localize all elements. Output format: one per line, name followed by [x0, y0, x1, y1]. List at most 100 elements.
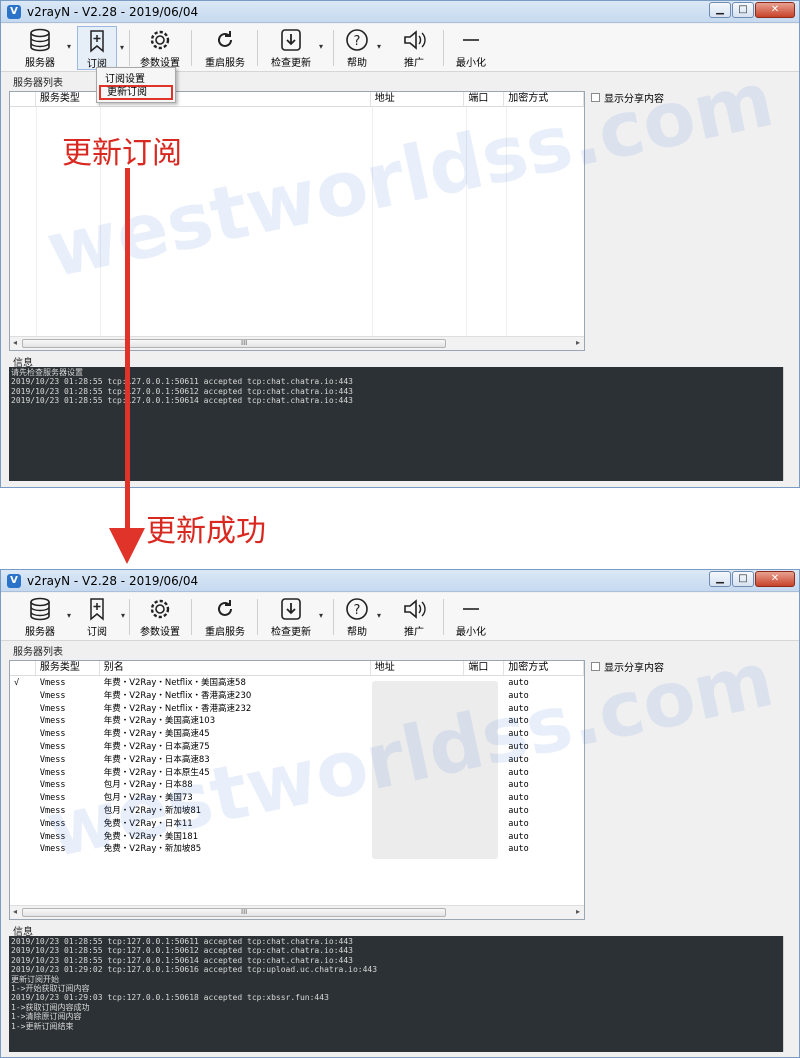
chevron-down-icon[interactable]: ▾ — [377, 42, 381, 51]
horizontal-scrollbar[interactable]: ◂ III ▸ — [10, 336, 584, 350]
table-row[interactable]: Vmess 年费・V2Ray・Netflix・香港高速232 auto — [10, 703, 584, 716]
help-icon: ? — [346, 598, 368, 620]
toolbar-settings-button[interactable]: 参数设置 — [137, 26, 183, 70]
toolbar-minimize-button[interactable]: 最小化 — [453, 26, 489, 70]
toolbar-check-update-button[interactable]: 检查更新 ▾ — [267, 26, 323, 70]
minimize-window-button[interactable]: ▁ — [709, 2, 731, 18]
checkbox-box[interactable] — [591, 662, 600, 671]
speaker-icon — [404, 30, 426, 50]
column-header[interactable]: 加密方式 — [504, 92, 584, 106]
toolbar-promote-button[interactable]: 推广 — [397, 595, 431, 639]
vertical-scrollbar[interactable] — [783, 367, 793, 481]
toolbar-subscription-button[interactable]: 订阅 ▾ — [77, 26, 124, 70]
scroll-left-icon[interactable]: ◂ — [13, 338, 17, 347]
toolbar-restart-button[interactable]: 重启服务 — [201, 26, 249, 70]
cell-type: Vmess — [39, 793, 66, 804]
toolbar-label: 帮助 — [347, 58, 367, 69]
column-header[interactable]: 端口 — [464, 92, 505, 106]
show-share-checkbox[interactable]: 显示分享内容 — [591, 90, 664, 105]
toolbar-help-button[interactable]: ? 帮助 ▾ — [341, 595, 381, 639]
column-header[interactable]: 端口 — [464, 661, 505, 675]
close-window-button[interactable]: ✕ — [755, 2, 795, 18]
chevron-down-icon[interactable]: ▾ — [319, 611, 323, 620]
maximize-window-button[interactable]: □ — [732, 571, 754, 587]
vertical-scrollbar[interactable] — [783, 936, 793, 1052]
chevron-down-icon[interactable]: ▾ — [121, 611, 125, 620]
chevron-down-icon[interactable]: ▾ — [377, 611, 381, 620]
table-row[interactable]: √ Vmess 年费・V2Ray・Netflix・美国高速58 auto — [10, 677, 584, 690]
table-row[interactable]: Vmess 年费・V2Ray・美国高速103 auto — [10, 715, 584, 728]
toolbar-servers-button[interactable]: 服务器 ▾ — [17, 26, 71, 70]
column-header[interactable]: 地址 — [371, 92, 465, 106]
table-row[interactable]: Vmess 包月・V2Ray・日本88 auto — [10, 779, 584, 792]
cell-mark: √ — [14, 678, 20, 688]
menu-item-subscription-settings[interactable]: 订阅设置 — [105, 70, 145, 85]
column-header[interactable]: 加密方式 — [504, 661, 584, 675]
server-list-table[interactable]: 服务类型 别名 地址 端口 加密方式 √ Vmess 年费・V2Ray・Netfli… — [9, 660, 585, 920]
minimize-window-button[interactable]: ▁ — [709, 571, 731, 587]
show-share-label: 显示分享内容 — [604, 663, 664, 674]
server-list-label: 服务器列表 — [13, 647, 63, 658]
column-header[interactable]: 服务类型 — [36, 661, 100, 675]
scrollbar-thumb[interactable]: III — [22, 339, 446, 348]
toolbar-restart-button[interactable]: 重启服务 — [201, 595, 249, 639]
cell-type: Vmess — [39, 844, 66, 855]
scroll-right-icon[interactable]: ▸ — [576, 907, 580, 916]
log-line: 更新订阅开始 — [11, 974, 59, 984]
toolbar-promote-button[interactable]: 推广 — [397, 26, 431, 70]
show-share-checkbox[interactable]: 显示分享内容 — [591, 659, 664, 674]
menu-item-update-subscription[interactable]: 更新订阅 — [99, 85, 173, 100]
toolbar-subscription-button[interactable]: 订阅 ▾ — [77, 595, 125, 639]
cell-empty — [464, 843, 504, 856]
checkbox-box[interactable] — [591, 93, 600, 102]
scroll-right-icon[interactable]: ▸ — [576, 338, 580, 347]
column-header[interactable] — [10, 92, 36, 106]
cell-type: Vmess — [39, 729, 66, 740]
table-row[interactable]: Vmess 年费・V2Ray・Netflix・香港高速230 auto — [10, 690, 584, 703]
cell-empty — [464, 818, 504, 831]
horizontal-scrollbar[interactable]: ◂ III ▸ — [10, 905, 584, 919]
cell-security: auto — [508, 818, 529, 829]
table-row[interactable]: Vmess 年费・V2Ray・美国高速45 auto — [10, 728, 584, 741]
log-line: 1->更新订阅结束 — [11, 1021, 74, 1031]
cell-mark — [10, 741, 36, 754]
table-row[interactable]: Vmess 包月・V2Ray・新加坡81 auto — [10, 805, 584, 818]
table-row[interactable]: Vmess 免费・V2Ray・日本11 auto — [10, 818, 584, 831]
cell-security: auto — [508, 805, 529, 816]
table-row[interactable]: Vmess 免费・V2Ray・新加坡85 auto — [10, 843, 584, 856]
app-window-after: V v2rayN - V2.28 - 2019/06/04 ▁ □ ✕ 服务器 … — [0, 569, 800, 1058]
maximize-window-button[interactable]: □ — [732, 2, 754, 18]
toolbar-help-button[interactable]: ? 帮助 ▾ — [341, 26, 381, 70]
chevron-down-icon[interactable]: ▾ — [67, 611, 71, 620]
table-row[interactable]: Vmess 年费・V2Ray・日本高速75 auto — [10, 741, 584, 754]
cell-mark — [10, 818, 36, 831]
chevron-down-icon[interactable]: ▾ — [319, 42, 323, 51]
cell-alias: 年费・V2Ray・日本高速83 — [103, 754, 210, 765]
chevron-down-icon[interactable]: ▾ — [120, 43, 124, 52]
scroll-left-icon[interactable]: ◂ — [13, 907, 17, 916]
toolbar-check-update-button[interactable]: 检查更新 ▾ — [267, 595, 323, 639]
cell-alias: 免费・V2Ray・新加坡85 — [103, 844, 202, 855]
table-row[interactable]: Vmess 年费・V2Ray・日本高速83 auto — [10, 754, 584, 767]
database-icon — [30, 28, 50, 52]
column-header[interactable]: 别名 — [100, 661, 371, 675]
cell-security: auto — [508, 690, 529, 701]
column-header[interactable] — [10, 661, 36, 675]
toolbar-minimize-button[interactable]: 最小化 — [453, 595, 489, 639]
cell-empty — [464, 805, 504, 818]
toolbar-label: 推广 — [404, 58, 424, 69]
toolbar-label: 重启服务 — [205, 58, 245, 69]
column-header[interactable]: 服务类型 — [36, 92, 100, 106]
toolbar-settings-button[interactable]: 参数设置 — [137, 595, 183, 639]
chevron-down-icon[interactable]: ▾ — [67, 42, 71, 51]
close-window-button[interactable]: ✕ — [755, 571, 795, 587]
table-row[interactable]: Vmess 免费・V2Ray・美国181 auto — [10, 831, 584, 844]
cell-mark — [10, 754, 36, 767]
column-header[interactable]: 地址 — [371, 661, 465, 675]
info-log[interactable]: 2019/10/23 01:28:55 tcp:127.0.0.1:50611 … — [9, 936, 783, 1052]
table-row[interactable]: Vmess 包月・V2Ray・美国73 auto — [10, 792, 584, 805]
scrollbar-thumb[interactable]: III — [22, 908, 446, 917]
toolbar-servers-button[interactable]: 服务器 ▾ — [17, 595, 71, 639]
cell-type: Vmess — [39, 818, 66, 829]
table-row[interactable]: Vmess 年费・V2Ray・日本原生45 auto — [10, 767, 584, 780]
